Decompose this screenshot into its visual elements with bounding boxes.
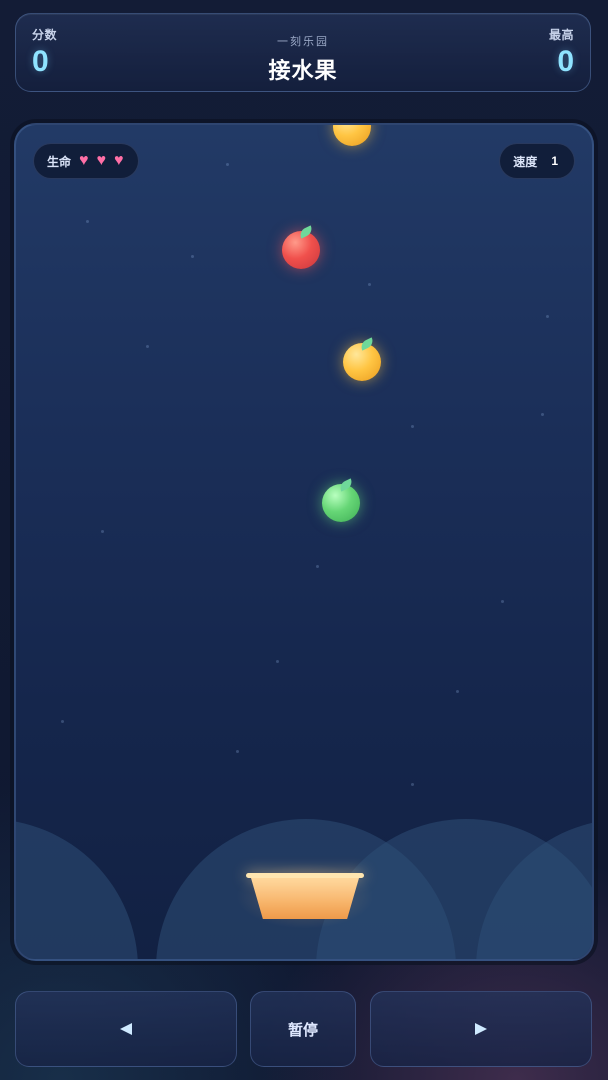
- leaf-icon: [337, 478, 355, 492]
- best-label: 最高: [548, 28, 574, 42]
- heart-icon: ♥: [79, 152, 89, 169]
- falling-fruit-lime: [322, 478, 360, 522]
- move-left-button[interactable]: [15, 991, 237, 1067]
- heart-icon: ♥: [96, 152, 107, 169]
- speed-indicator: 速度 1: [499, 143, 575, 179]
- heart-icon: ♥: [114, 152, 124, 169]
- game-field[interactable]: 生命 ♥ ♥ ♥ 速度 1: [14, 123, 594, 961]
- score-header: 分数 0 一刻乐园 接水果 最高 0: [15, 13, 591, 92]
- lives-indicator: 生命 ♥ ♥ ♥: [33, 143, 139, 179]
- move-right-button[interactable]: [370, 991, 592, 1067]
- leaf-icon: [358, 337, 376, 351]
- left-arrow-icon: [120, 1023, 132, 1035]
- speed-value: 1: [551, 154, 558, 168]
- lives-label: 生命: [47, 154, 72, 169]
- game-subtitle: 一刻乐园: [277, 36, 329, 48]
- right-arrow-icon: [475, 1023, 487, 1035]
- catcher-basket[interactable]: [236, 863, 374, 929]
- basket-body: [251, 878, 359, 919]
- falling-fruit-apple: [282, 225, 320, 269]
- game-title: 接水果: [268, 58, 338, 83]
- best-stat: 最高 0: [549, 26, 574, 79]
- basket-rim: [246, 873, 364, 878]
- speed-label: 速度: [513, 154, 538, 169]
- title-block: 一刻乐园 接水果: [16, 33, 590, 85]
- leaf-icon: [297, 225, 315, 239]
- best-value: 0: [557, 45, 574, 78]
- pause-button[interactable]: 暂停: [250, 991, 356, 1067]
- pause-label: 暂停: [287, 1021, 318, 1039]
- falling-fruit-orange: [343, 337, 381, 381]
- falling-fruit-orange: [333, 125, 371, 146]
